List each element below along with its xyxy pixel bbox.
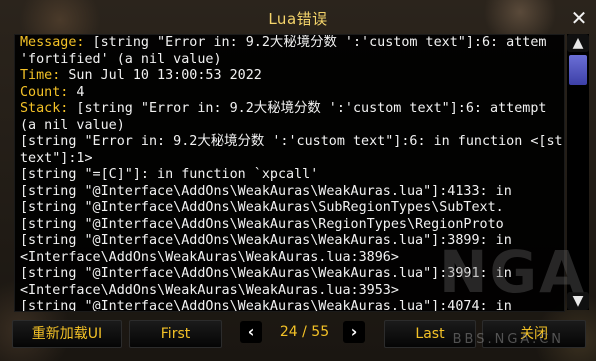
log-line-text: 4 [68,84,85,100]
watermark-logo: NGA [438,238,586,306]
page-counter: 24 / 55 [279,324,330,340]
log-line-label: Stack: [20,101,69,116]
log-line-text: [string "Error in: 9.2大秘境分数 ':'custom te… [84,35,547,50]
log-line-text: [string "Error in: 9.2大秘境分数 ':'custom te… [20,134,563,149]
log-line: Stack: [string "Error in: 9.2大秘境分数 ':'cu… [15,101,564,118]
log-line-label: Message: [20,35,85,50]
log-line: [string "Error in: 9.2大秘境分数 ':'custom te… [15,134,564,151]
log-line-text: [string "@Interface\AddOns\WeakAuras\Reg… [20,216,504,232]
chevron-right-icon[interactable]: › [343,321,365,343]
log-line-text: <Interface\AddOns\WeakAuras\WeakAuras.lu… [20,249,399,265]
chevron-left-icon[interactable]: ‹ [240,321,262,343]
reload-ui-button[interactable]: 重新加载UI [12,320,122,348]
log-line: [string "@Interface\AddOns\WeakAuras\Reg… [15,217,564,234]
log-line: Count: 4 [15,85,564,102]
lua-error-window: Lua错误 ✕ Message: [string "Error in: 9.2大… [2,0,594,361]
scroll-up-icon[interactable]: ▲ [567,34,589,52]
log-line-text: (a nil value) [20,117,125,133]
log-line: text"]:1> [15,151,564,168]
close-icon[interactable]: ✕ [568,7,590,29]
log-line: [string "@Interface\AddOns\WeakAuras\Sub… [15,200,564,217]
log-line: Message: [string "Error in: 9.2大秘境分数 ':'… [15,35,564,52]
log-line: (a nil value) [15,118,564,135]
log-line-text: text"]:1> [20,150,93,166]
log-line: [string "=[C]"]: in function `xpcall' [15,167,564,184]
scroll-thumb[interactable] [569,55,587,85]
log-line: [string "@Interface\AddOns\WeakAuras\Wea… [15,184,564,201]
log-line-text: [string "@Interface\AddOns\WeakAuras\Sub… [20,200,504,215]
log-line-text: Sun Jul 10 13:00:53 2022 [60,68,262,83]
log-line-text: [string "Error in: 9.2大秘境分数 ':'custom te… [68,101,547,116]
watermark-url: BBS.NGA.CN [452,332,564,347]
log-line-label: Time: [20,68,61,83]
window-title: Lua错误 [268,10,328,28]
log-line-text: 'fortified' (a nil value) [20,51,222,67]
log-line-text: [string "@Interface\AddOns\WeakAuras\Wea… [20,183,512,199]
log-line: Time: Sun Jul 10 13:00:53 2022 [15,68,564,85]
first-button[interactable]: First [129,320,222,348]
log-line: 'fortified' (a nil value) [15,52,564,69]
log-line-text: <Interface\AddOns\WeakAuras\WeakAuras.lu… [20,282,399,298]
log-line-label: Count: [20,84,69,100]
log-line-text: [string "=[C]"]: in function `xpcall' [20,167,319,182]
